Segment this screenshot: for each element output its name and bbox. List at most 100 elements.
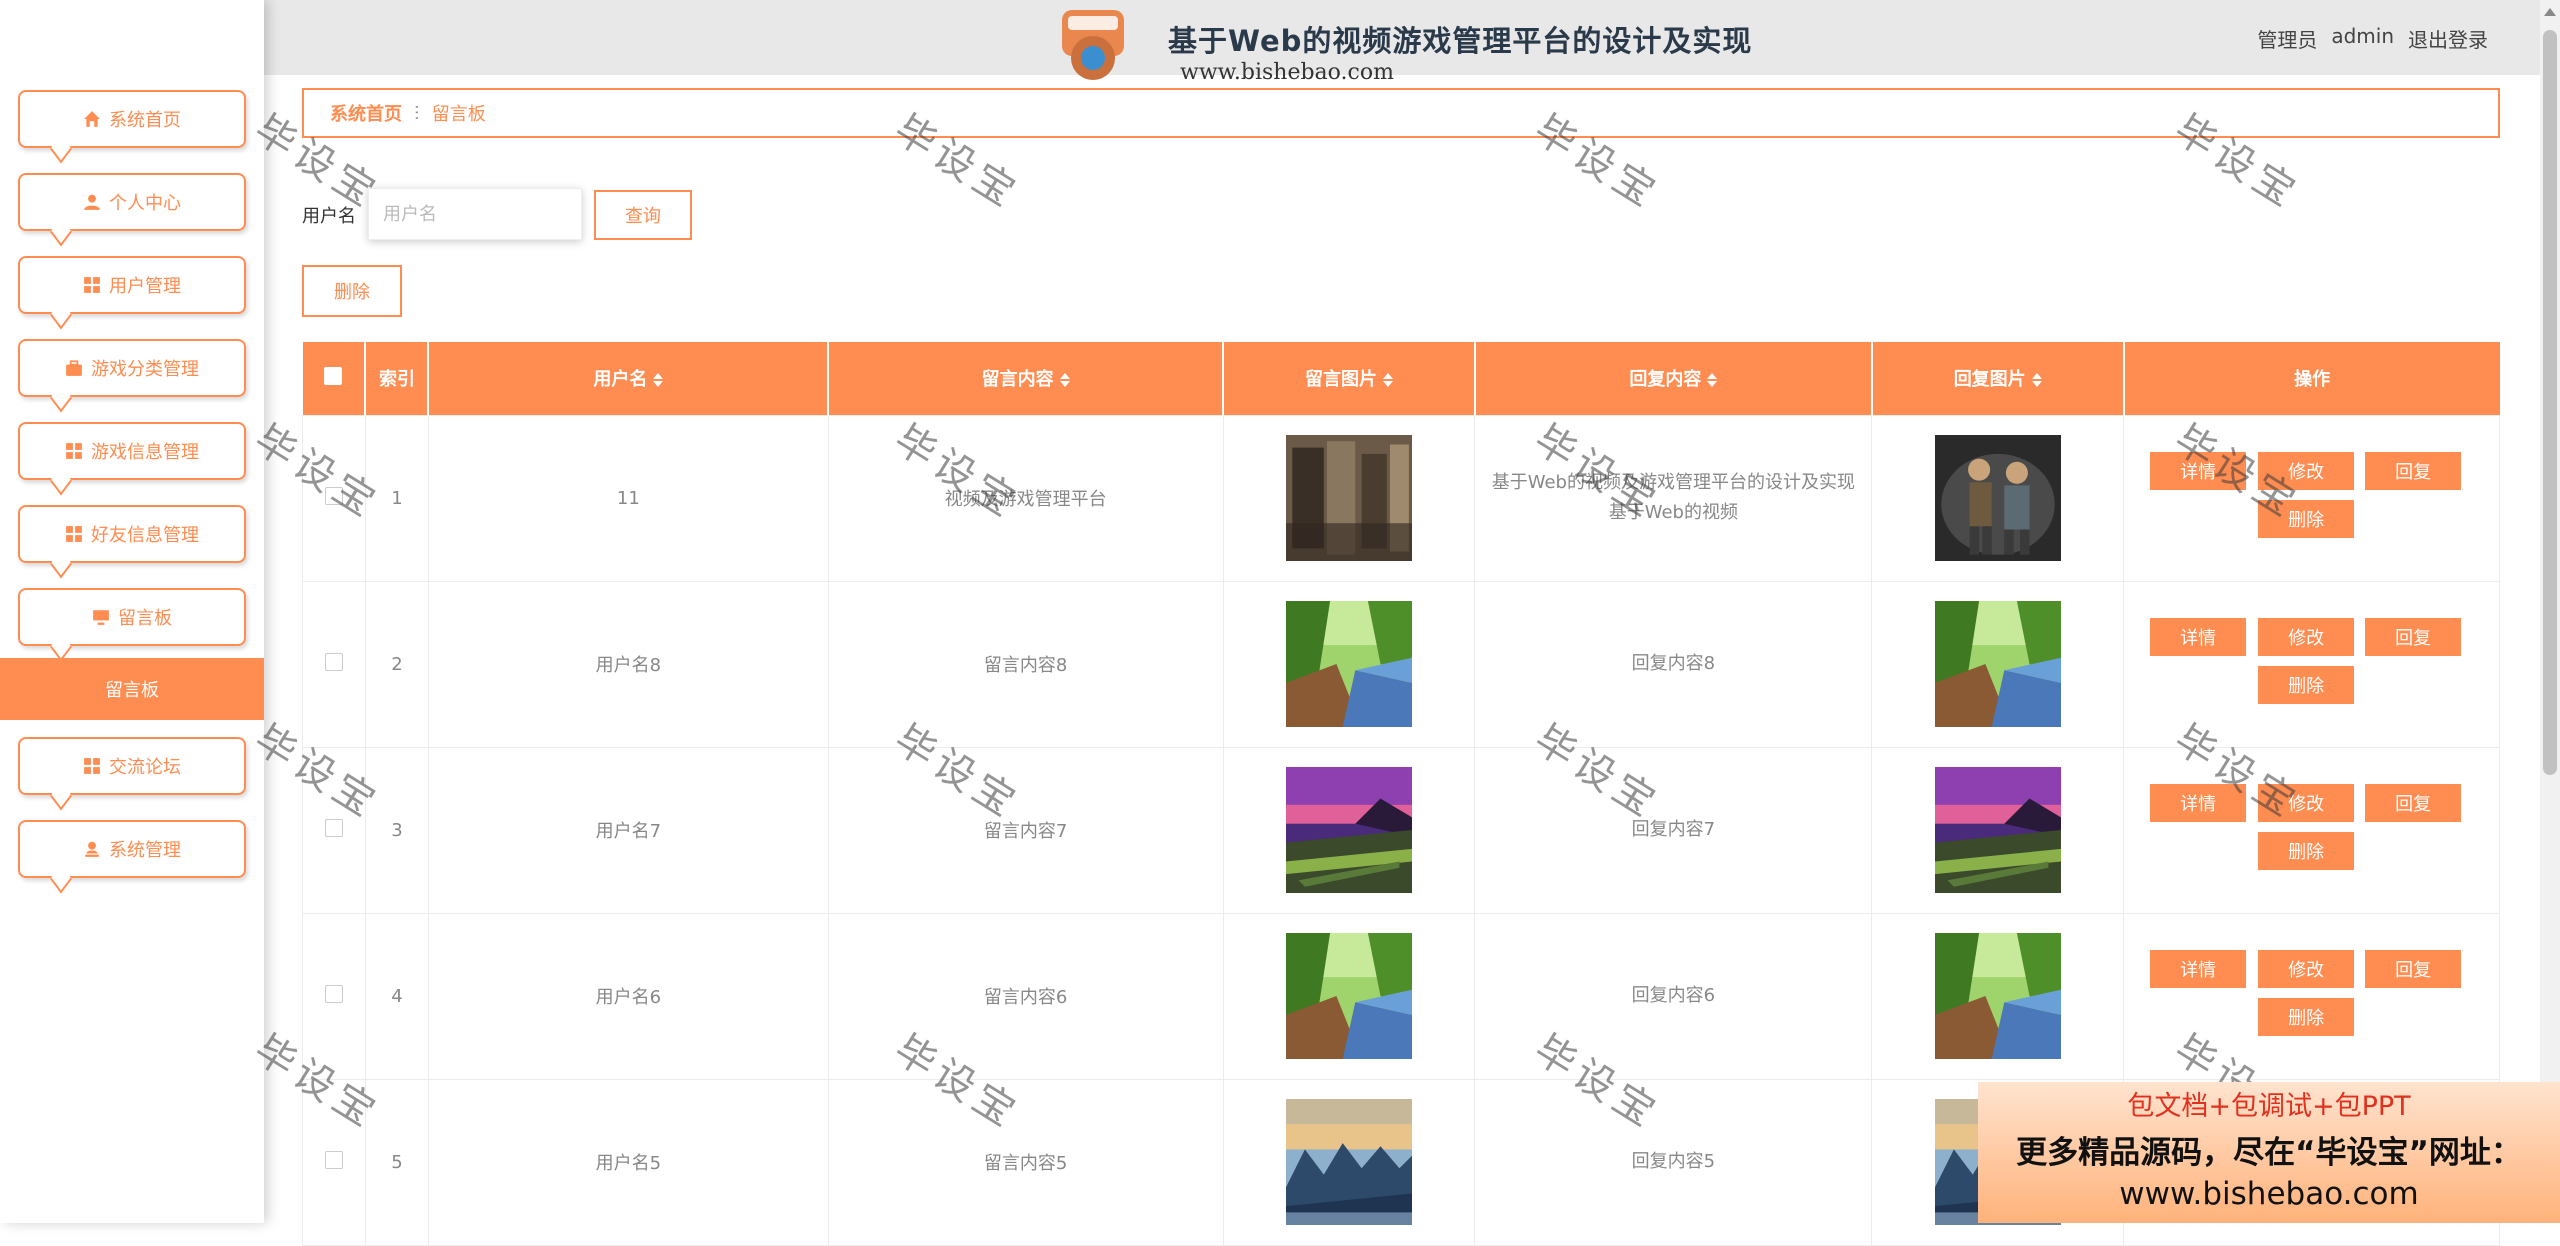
sidebar-item-home[interactable]: 系统首页 [18, 90, 246, 148]
sidebar-item-label: 交流论坛 [109, 757, 181, 778]
reply-image-cell [1871, 414, 2125, 582]
forest-image[interactable] [1285, 933, 1412, 1059]
table-row: 4 用户名6 留言内容6 回复内容6 详情 修改 回复 删除 [302, 912, 2500, 1080]
username-cell: 11 [427, 414, 829, 582]
admin-icon [85, 841, 99, 857]
sidebar-subitem-message-board[interactable]: 留言板 [0, 658, 264, 720]
edit-button[interactable]: 修改 [2258, 451, 2355, 490]
delete-button[interactable]: 删除 [2258, 831, 2355, 870]
message-cell: 留言内容5 [827, 1078, 1224, 1246]
detail-button[interactable]: 详情 [2150, 451, 2247, 490]
promo-line-1: 包文档+包调试+包PPT [2127, 1091, 2411, 1122]
select-all-checkbox[interactable] [324, 366, 343, 385]
sidebar-item-label: 留言板 [118, 608, 172, 629]
sidebar-item-user-management[interactable]: 用户管理 [18, 256, 246, 314]
vertical-scrollbar[interactable] [2540, 0, 2560, 1223]
user-icon [84, 194, 100, 210]
breadcrumb-home[interactable]: 系统首页 [330, 100, 402, 126]
forest-image[interactable] [1934, 601, 2061, 727]
sidebar-item-label: 好友信息管理 [91, 525, 199, 546]
forest-image[interactable] [1934, 933, 2061, 1059]
row-checkbox[interactable] [324, 984, 343, 1003]
reply-cell: 回复内容6 [1474, 912, 1873, 1080]
reply-cell: 回复内容7 [1474, 746, 1873, 914]
query-button[interactable]: 查询 [594, 190, 692, 240]
sidebar-item-system-management[interactable]: 系统管理 [18, 820, 246, 878]
logout-link[interactable]: 退出登录 [2408, 24, 2488, 53]
edit-button[interactable]: 修改 [2258, 783, 2355, 822]
top-bar: 基于Web的视频游戏管理平台的设计及实现 www.bishebao.com 管理… [264, 0, 2540, 85]
reply-image-cell [1871, 746, 2125, 914]
actions-group: 详情修改回复删除 [2124, 416, 2499, 581]
sidebar-item-label: 系统首页 [109, 110, 181, 131]
actions-group: 详情修改回复删除 [2124, 914, 2499, 1079]
sunset-image[interactable] [1934, 767, 2061, 893]
detail-button[interactable]: 详情 [2150, 949, 2247, 988]
username-cell: 用户名7 [427, 746, 829, 914]
message-cell: 视频及游戏管理平台 [827, 414, 1224, 582]
row-checkbox[interactable] [324, 818, 343, 837]
sort-icon[interactable] [1707, 373, 1718, 388]
forest-image[interactable] [1285, 601, 1412, 727]
sunset-image[interactable] [1285, 767, 1412, 893]
admin-name: admin [2331, 24, 2394, 48]
sidebar-item-forum[interactable]: 交流论坛 [18, 737, 246, 795]
sidebar-item-message-board[interactable]: 留言板 [18, 588, 246, 646]
column-header-reply-image[interactable]: 回复图片 [1871, 342, 2125, 415]
sidebar-item-friend-info[interactable]: 好友信息管理 [18, 505, 246, 563]
warriors-image[interactable] [1934, 435, 2061, 561]
column-header-label: 留言图片 [1304, 369, 1377, 391]
actions-group: 详情修改回复删除 [2124, 748, 2499, 913]
delete-button[interactable]: 删除 [2258, 665, 2355, 704]
mountains-image[interactable] [1285, 1099, 1412, 1225]
column-header-username[interactable]: 用户名 [428, 342, 830, 415]
breadcrumb-separator: ⵗ [414, 102, 420, 124]
batch-delete-button[interactable]: 删除 [302, 265, 402, 317]
home-icon [84, 111, 100, 127]
sidebar-item-personal-center[interactable]: 个人中心 [18, 173, 246, 231]
detail-button[interactable]: 详情 [2150, 617, 2247, 656]
sort-icon[interactable] [1059, 373, 1070, 388]
column-header-actions: 操作 [2123, 342, 2500, 415]
user-info: 管理员 admin 退出登录 [2257, 24, 2488, 53]
delete-button[interactable]: 删除 [2258, 499, 2355, 538]
monitor-icon [93, 610, 109, 625]
username-search-input[interactable] [368, 188, 582, 240]
scroll-up-arrow-icon[interactable] [2544, 8, 2556, 16]
search-label: 用户名 [302, 206, 356, 227]
index-cell: 4 [364, 912, 429, 1080]
delete-button[interactable]: 删除 [2258, 997, 2355, 1036]
message-image-cell [1222, 580, 1476, 748]
soldiers-image[interactable] [1285, 435, 1412, 561]
row-select-cell [302, 746, 366, 914]
row-select-cell [302, 580, 366, 748]
sidebar-subitem-label: 留言板 [105, 680, 159, 701]
column-header-message[interactable]: 留言内容 [828, 342, 1224, 415]
reply-button[interactable]: 回复 [2365, 451, 2462, 490]
reply-button[interactable]: 回复 [2365, 949, 2462, 988]
promo-line-2: 更多精品源码，尽在“毕设宝”网址： [2016, 1135, 2522, 1171]
edit-button[interactable]: 修改 [2258, 949, 2355, 988]
row-checkbox[interactable] [324, 1150, 343, 1169]
column-header-reply[interactable]: 回复内容 [1474, 342, 1873, 415]
scroll-thumb[interactable] [2543, 30, 2557, 775]
grid-icon [84, 277, 100, 293]
sidebar-item-game-info[interactable]: 游戏信息管理 [18, 422, 246, 480]
site-title: 基于Web的视频游戏管理平台的设计及实现 [1168, 24, 1753, 58]
detail-button[interactable]: 详情 [2150, 783, 2247, 822]
row-checkbox[interactable] [324, 652, 343, 671]
sort-icon[interactable] [2031, 373, 2042, 388]
username-cell: 用户名6 [427, 912, 829, 1080]
sidebar-item-game-category[interactable]: 游戏分类管理 [18, 339, 246, 397]
column-header-message-image[interactable]: 留言图片 [1223, 342, 1476, 415]
sort-icon[interactable] [1382, 373, 1393, 388]
admin-role: 管理员 [2257, 28, 2318, 52]
reply-button[interactable]: 回复 [2365, 617, 2462, 656]
sort-icon[interactable] [653, 373, 664, 388]
table-row: 2 用户名8 留言内容8 回复内容8 详情 修改 回复 删除 [302, 580, 2500, 748]
actions-cell: 详情修改回复删除 [2123, 414, 2500, 582]
row-checkbox[interactable] [324, 486, 343, 505]
reply-button[interactable]: 回复 [2365, 783, 2462, 822]
edit-button[interactable]: 修改 [2258, 617, 2355, 656]
row-select-cell [302, 414, 366, 582]
